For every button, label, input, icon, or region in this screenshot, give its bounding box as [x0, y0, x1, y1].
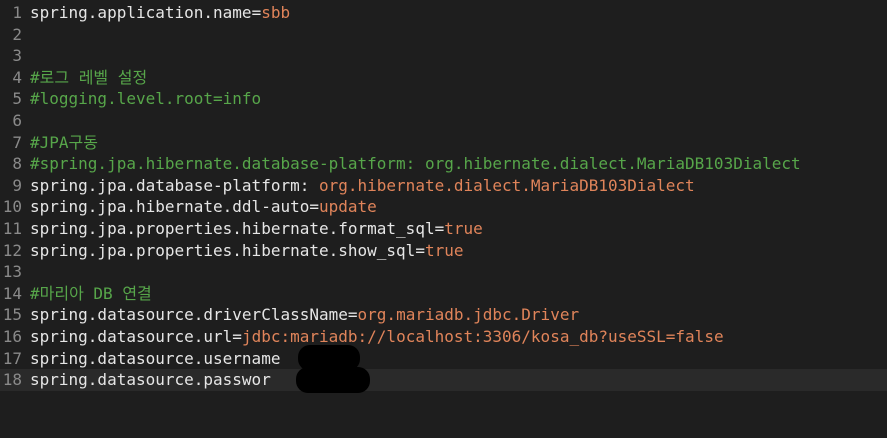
code-line[interactable]: 11 spring.jpa.properties.hibernate.forma…: [0, 218, 887, 240]
line-content[interactable]: spring.jpa.hibernate.ddl-auto=update: [30, 196, 887, 218]
code-line-current[interactable]: 18 spring.datasource.passwor: [0, 367, 887, 394]
line-number: 3: [12, 46, 22, 66]
code-line[interactable]: 6: [0, 110, 887, 132]
code-editor[interactable]: 1 spring.application.name=sbb 2 3 4 #로그 …: [0, 0, 887, 438]
line-content[interactable]: #spring.jpa.hibernate.database-platform:…: [30, 153, 887, 175]
property-key: spring.datasource.username: [30, 348, 281, 368]
line-number: 18: [2, 370, 22, 390]
line-number: 5: [12, 89, 22, 109]
property-value: org.hibernate.dialect.MariaDB103Dialect: [318, 175, 695, 195]
line-number: 14: [2, 283, 22, 303]
line-number: 1: [12, 3, 22, 22]
property-key: spring.datasource.url: [30, 326, 233, 346]
comment: #로그 레벨 설정: [30, 67, 148, 87]
line-content[interactable]: #logging.level.root=info: [30, 88, 887, 110]
property-value: update: [319, 197, 377, 217]
property-key: spring.jpa.hibernate.ddl-auto: [30, 197, 310, 217]
line-number: 15: [2, 305, 22, 325]
code-line[interactable]: 17 spring.datasource.username: [0, 344, 887, 371]
redaction-mark: [296, 367, 370, 394]
code-line[interactable]: 7 #JPA구동: [0, 132, 887, 154]
line-number: 12: [2, 240, 22, 260]
separator: =: [434, 218, 445, 238]
property-value: sbb: [261, 3, 291, 22]
code-line[interactable]: 2: [0, 24, 887, 46]
code-line[interactable]: 14 #마리아 DB 연결: [0, 283, 887, 305]
property-value: org.mariadb.jdbc.Driver: [357, 305, 580, 325]
separator: =: [347, 305, 358, 325]
comment: #spring.jpa.hibernate.database-platform:…: [30, 154, 801, 174]
line-number: 11: [2, 218, 22, 238]
line-number: 8: [12, 154, 22, 174]
line-content[interactable]: [30, 45, 887, 67]
line-content[interactable]: [30, 261, 887, 283]
line-number: 4: [12, 67, 22, 87]
separator: =: [415, 240, 425, 260]
property-key: spring.application.name: [30, 3, 252, 22]
property-value: true: [424, 240, 464, 260]
property-value: jdbc:mariadb://localhost:3306/kosa_db?us…: [241, 326, 724, 346]
separator: =: [251, 3, 262, 22]
line-content[interactable]: [30, 110, 887, 132]
property-key: spring.jpa.database-platform: [30, 175, 300, 195]
property-key: spring.jpa.properties.hibernate.show_sql: [30, 240, 416, 260]
property-value: true: [444, 218, 483, 238]
line-number: 17: [2, 348, 22, 368]
code-line[interactable]: 8 #spring.jpa.hibernate.database-platfor…: [0, 153, 887, 175]
separator: =: [309, 197, 319, 217]
line-content[interactable]: spring.datasource.url=jdbc:mariadb://loc…: [30, 326, 887, 348]
line-content[interactable]: spring.jpa.properties.hibernate.show_sql…: [30, 240, 887, 262]
code-line[interactable]: 12 spring.jpa.properties.hibernate.show_…: [0, 240, 887, 262]
line-content[interactable]: spring.jpa.database-platform: org.hibern…: [30, 175, 887, 197]
code-line[interactable]: 3: [0, 45, 887, 67]
property-key: spring.datasource.driverClassName: [30, 305, 348, 325]
line-number: 2: [12, 24, 22, 44]
line-number: 16: [2, 326, 22, 346]
code-line[interactable]: 1 spring.application.name=sbb: [0, 2, 887, 24]
code-line[interactable]: 4 #로그 레벨 설정: [0, 67, 887, 89]
line-number: 10: [2, 197, 22, 217]
code-line[interactable]: 9 spring.jpa.database-platform: org.hibe…: [0, 175, 887, 197]
property-key: spring.jpa.properties.hibernate.format_s…: [30, 218, 435, 238]
comment: #마리아 DB 연결: [30, 283, 152, 303]
code-line[interactable]: 16 spring.datasource.url=jdbc:mariadb://…: [0, 326, 887, 348]
code-line[interactable]: 5 #logging.level.root=info: [0, 88, 887, 110]
line-number: 9: [12, 175, 22, 195]
code-line[interactable]: 10 spring.jpa.hibernate.ddl-auto=update: [0, 196, 887, 218]
line-content[interactable]: #마리아 DB 연결: [30, 283, 887, 305]
line-content[interactable]: spring.jpa.properties.hibernate.format_s…: [30, 218, 887, 240]
line-content[interactable]: spring.datasource.driverClassName=org.ma…: [30, 304, 887, 326]
line-content[interactable]: #로그 레벨 설정: [30, 67, 887, 89]
line-number: 7: [12, 132, 22, 152]
line-number: 6: [12, 110, 22, 130]
property-key: spring.datasource.passwor: [30, 370, 271, 390]
separator: =: [232, 326, 242, 346]
code-line[interactable]: 15 spring.datasource.driverClassName=org…: [0, 304, 887, 326]
separator: :: [299, 175, 319, 195]
comment: #logging.level.root=info: [30, 89, 262, 109]
line-content[interactable]: spring.datasource.username: [30, 348, 887, 370]
comment: #JPA구동: [30, 132, 98, 152]
line-content[interactable]: [30, 24, 887, 46]
line-content[interactable]: spring.application.name=sbb: [30, 2, 887, 24]
line-number: 13: [2, 262, 22, 282]
line-content[interactable]: spring.datasource.passwor: [30, 369, 887, 391]
code-line[interactable]: 13: [0, 261, 887, 283]
line-content[interactable]: #JPA구동: [30, 132, 887, 154]
